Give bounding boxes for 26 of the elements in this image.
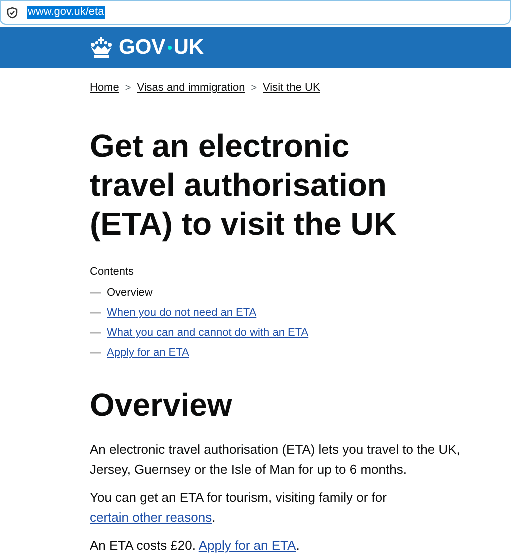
paragraph: An ETA costs £20. Apply for an ETA. [90, 537, 301, 555]
contents-link[interactable]: What you can and cannot do with an ETA [107, 326, 309, 340]
dash-marker: — [90, 286, 101, 300]
paragraph: An electronic travel authorisation (ETA) lets you travel to the UK, Jersey, Guernsey or the Isle of Man for up to 6 months. [90, 441, 462, 479]
url-text[interactable]: www.gov.uk/eta [27, 6, 106, 19]
address-bar[interactable]: www.gov.uk/eta [0, 0, 511, 25]
section-heading: Overview [90, 386, 234, 424]
paragraph: You can get an ETA for tourism, visiting family or for certain other reasons. [90, 489, 388, 527]
contents-link[interactable]: When you do not need an ETA [107, 306, 257, 320]
crown-icon [89, 36, 114, 58]
shield-icon [7, 6, 18, 18]
page-title: Get an electronic travel authorisation (ETA) to visit the UK [90, 126, 398, 244]
inline-link[interactable]: Apply for an ETA [198, 538, 296, 553]
contents-item: Overview [107, 286, 153, 300]
breadcrumb-link[interactable]: Visit the UK [263, 80, 320, 96]
dash-marker: — [90, 306, 101, 320]
logo-text[interactable]: GOV UK [119, 32, 204, 64]
breadcrumb-separator: > [125, 82, 132, 96]
contents-link[interactable]: Apply for an ETA [107, 346, 190, 360]
breadcrumb-link[interactable]: Home [90, 80, 120, 96]
dash-marker: — [90, 346, 101, 360]
dash-marker: — [90, 326, 101, 340]
breadcrumb-link[interactable]: Visas and immigration [137, 80, 246, 96]
inline-link[interactable]: certain other reasons [90, 510, 212, 525]
breadcrumb-separator: > [251, 82, 258, 96]
contents-heading: Contents [90, 264, 136, 280]
